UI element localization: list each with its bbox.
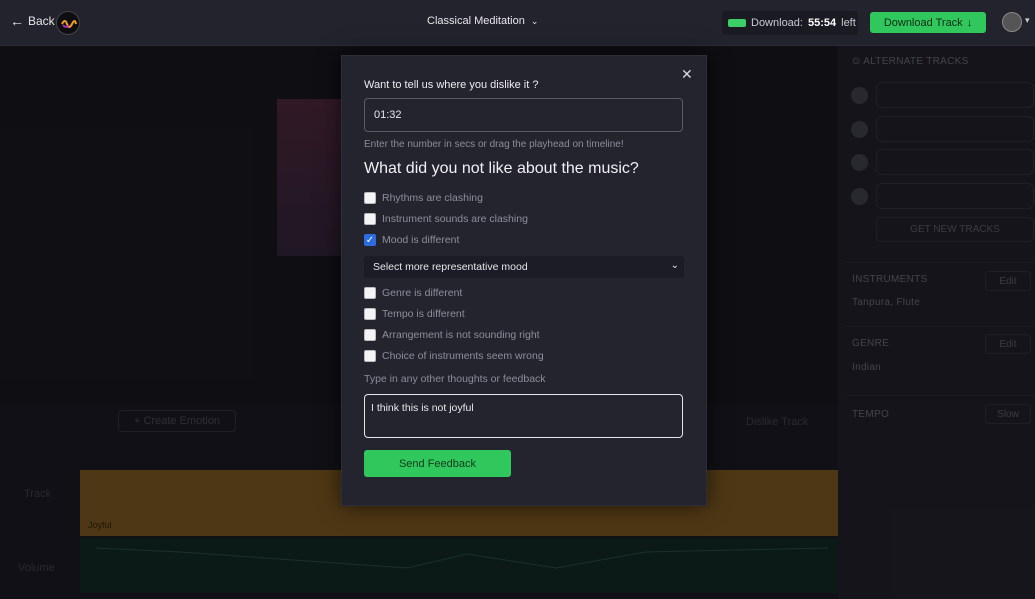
close-icon[interactable]: ✕ — [681, 66, 693, 83]
mood-select[interactable]: Select more representative mood ⌄ — [364, 256, 684, 278]
user-avatar[interactable] — [1002, 12, 1022, 32]
download-label: Download: — [751, 17, 803, 29]
app-logo[interactable] — [56, 11, 80, 35]
checkbox-mood[interactable]: ✓ Mood is different — [364, 234, 459, 246]
time-input-hint: Enter the number in secs or drag the pla… — [364, 139, 624, 150]
download-time: 55:54 — [807, 17, 837, 29]
arrow-left-icon: ← — [10, 13, 24, 29]
dislike-time-input[interactable] — [364, 98, 683, 132]
send-feedback-button[interactable]: Send Feedback — [364, 450, 511, 477]
chevron-down-icon[interactable]: ▾ — [1025, 15, 1030, 26]
checkbox-instruments-choice[interactable]: Choice of instruments seem wrong — [364, 350, 544, 362]
checkbox[interactable] — [364, 350, 376, 362]
checkbox-arrangement[interactable]: Arrangement is not sounding right — [364, 329, 540, 341]
track-title: Classical Meditation — [427, 15, 525, 27]
checkbox-label: Genre is different — [382, 287, 463, 299]
checkbox[interactable] — [364, 329, 376, 341]
download-timer: Download: 55:54 left — [722, 11, 858, 35]
checkbox-label: Instrument sounds are clashing — [382, 213, 528, 225]
other-feedback-label: Type in any other thoughts or feedback — [364, 373, 546, 385]
arrow-down-icon: ↓ — [966, 16, 973, 29]
checkbox[interactable] — [364, 287, 376, 299]
checkbox-genre[interactable]: Genre is different — [364, 287, 462, 299]
download-suffix: left — [841, 17, 856, 29]
mood-select-label: Select more representative mood — [373, 261, 528, 273]
dislike-position-question: Want to tell us where you dislike it ? — [364, 79, 539, 91]
chevron-down-icon: ⌄ — [530, 15, 539, 26]
checkbox-instrument-sounds[interactable]: Instrument sounds are clashing — [364, 213, 528, 225]
checkbox-label: Mood is different — [382, 234, 460, 246]
checkbox-label: Rhythms are clashing — [382, 192, 483, 204]
back-button[interactable]: ← Back — [10, 13, 55, 29]
checkbox[interactable] — [364, 213, 376, 225]
checkbox-rhythms[interactable]: Rhythms are clashing — [364, 192, 483, 204]
checkbox-label: Tempo is different — [382, 308, 465, 320]
download-progress-bar — [728, 19, 746, 27]
checkbox[interactable] — [364, 192, 376, 204]
checkbox-checked[interactable]: ✓ — [364, 234, 376, 246]
download-track-label: Download Track — [883, 16, 963, 29]
chevron-down-icon: ⌄ — [670, 260, 679, 271]
feedback-textarea[interactable]: I think this is not joyful — [364, 394, 683, 438]
checkbox-label: Choice of instruments seem wrong — [382, 350, 544, 362]
send-feedback-label: Send Feedback — [398, 457, 477, 470]
checkbox-label: Arrangement is not sounding right — [382, 329, 540, 341]
checkbox-tempo[interactable]: Tempo is different — [364, 308, 465, 320]
top-bar: ← Back Classical Meditation ⌄ Download: … — [0, 0, 1035, 46]
dislike-reason-question: What did you not like about the music? — [364, 160, 639, 177]
download-track-button[interactable]: Download Track ↓ — [870, 12, 986, 33]
back-label: Back — [28, 14, 55, 28]
checkbox[interactable] — [364, 308, 376, 320]
track-title-dropdown[interactable]: Classical Meditation ⌄ — [427, 15, 538, 27]
